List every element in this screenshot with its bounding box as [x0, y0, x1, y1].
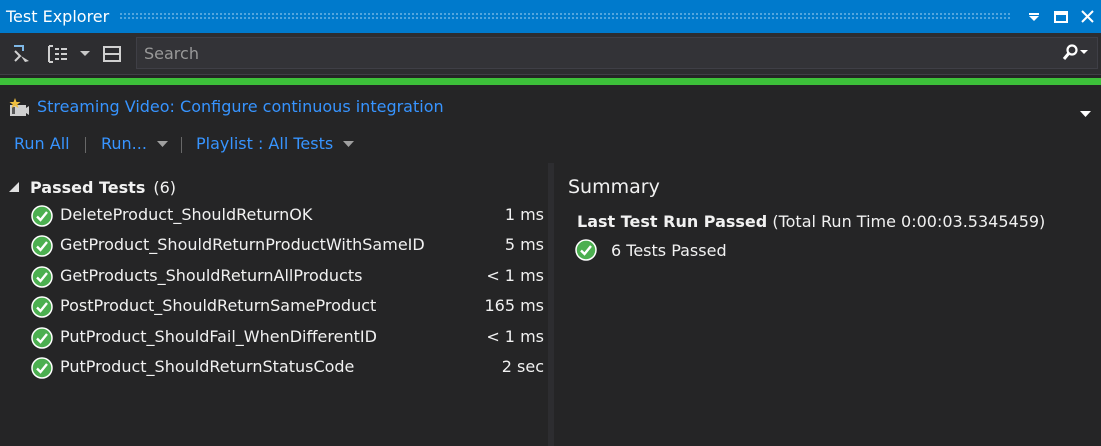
passed-tests-group-header[interactable]: Passed Tests (6)	[8, 176, 176, 198]
group-by-dropdown-icon[interactable]	[78, 41, 92, 67]
test-row[interactable]: GetProducts_ShouldReturnAllProducts < 1 m…	[0, 263, 550, 293]
test-row[interactable]: GetProduct_ShouldReturnProductWithSameID…	[0, 232, 550, 262]
video-project-icon	[8, 97, 30, 119]
run-all-link[interactable]: Run All	[14, 134, 70, 153]
passed-summary-text: 6 Tests Passed	[611, 240, 727, 260]
search-input[interactable]	[137, 38, 1057, 68]
passed-check-icon	[31, 296, 53, 318]
summary-panel: Summary Last Test Run Passed (Total Run …	[554, 163, 1101, 446]
test-duration: < 1 ms	[486, 326, 544, 346]
test-duration: 165 ms	[484, 296, 544, 316]
playlist-label: Playlist : All Tests	[196, 134, 334, 153]
run-tests-after-build-icon[interactable]	[9, 41, 33, 67]
test-row[interactable]: PostProduct_ShouldReturnSameProduct 165 m…	[0, 293, 550, 323]
toolbar	[0, 33, 1101, 75]
test-row[interactable]: PutProduct_ShouldFail_WhenDifferentID < 1…	[0, 324, 550, 354]
close-icon[interactable]	[1074, 0, 1101, 33]
passed-summary: 6 Tests Passed	[575, 239, 727, 261]
passed-check-icon	[575, 239, 597, 261]
test-name: GetProducts_ShouldReturnAllProducts	[60, 265, 363, 285]
last-run-label: Last Test Run Passed	[577, 212, 768, 231]
search-box[interactable]	[136, 37, 1098, 69]
passed-tests-count: (6)	[153, 177, 177, 197]
last-run-status: Last Test Run Passed (Total Run Time 0:0…	[577, 212, 1045, 231]
search-icon[interactable]	[1055, 38, 1095, 68]
passed-tests-title: Passed Tests	[30, 177, 146, 197]
test-name: DeleteProduct_ShouldReturnOK	[60, 205, 313, 224]
title-bar: Test Explorer	[0, 0, 1101, 33]
passed-check-icon	[31, 205, 53, 227]
test-tree-panel: Passed Tests (6) DeleteProduct_ShouldRet…	[0, 163, 550, 446]
passed-check-icon	[31, 266, 53, 288]
playlist-dropdown[interactable]: Playlist : All Tests	[196, 134, 355, 153]
playlist-group-row: Streaming Video: Configure continuous in…	[0, 93, 1101, 125]
test-duration: 5 ms	[504, 235, 544, 255]
test-list: DeleteProduct_ShouldReturnOK 1 ms GetProdu…	[0, 202, 550, 384]
collapse-triangle-icon[interactable]	[8, 181, 20, 193]
last-run-detail: (Total Run Time 0:00:03.5345459)	[772, 212, 1046, 231]
passed-check-icon	[31, 357, 53, 379]
run-dropdown[interactable]: Run...	[101, 134, 168, 153]
passed-check-icon	[31, 235, 53, 258]
group-dropdown-icon[interactable]	[1080, 103, 1091, 122]
test-row[interactable]: PutProduct_ShouldReturnStatusCode 2 sec	[0, 354, 550, 384]
test-name: PutProduct_ShouldFail_WhenDifferentID	[60, 326, 377, 346]
window-title: Test Explorer	[6, 7, 110, 26]
run-label: Run...	[101, 134, 147, 153]
progress-fill	[0, 78, 1101, 85]
command-bar: Run All Run... Playlist : All Tests	[0, 131, 1101, 159]
dropdown-icon[interactable]	[1020, 0, 1047, 33]
test-name: PostProduct_ShouldReturnSameProduct	[60, 296, 377, 316]
test-duration: 1 ms	[504, 205, 544, 224]
test-run-progress-bar	[0, 78, 1101, 85]
test-name: GetProduct_ShouldReturnProductWithSameID	[60, 235, 425, 255]
summary-title: Summary	[568, 176, 660, 198]
test-duration: 2 sec	[501, 356, 544, 376]
chevron-down-icon	[156, 140, 168, 147]
chevron-down-icon	[343, 140, 355, 147]
separator	[85, 137, 86, 153]
test-list-icon[interactable]	[99, 41, 125, 67]
group-link[interactable]: Streaming Video: Configure continuous in…	[37, 97, 444, 116]
title-grip[interactable]	[119, 12, 1010, 21]
separator	[181, 137, 182, 153]
group-by-icon[interactable]	[45, 41, 71, 67]
test-name: PutProduct_ShouldReturnStatusCode	[60, 356, 355, 376]
passed-check-icon	[31, 326, 53, 349]
test-duration: < 1 ms	[486, 265, 544, 285]
test-row[interactable]: DeleteProduct_ShouldReturnOK 1 ms	[0, 202, 550, 232]
maximize-icon[interactable]	[1047, 0, 1074, 33]
